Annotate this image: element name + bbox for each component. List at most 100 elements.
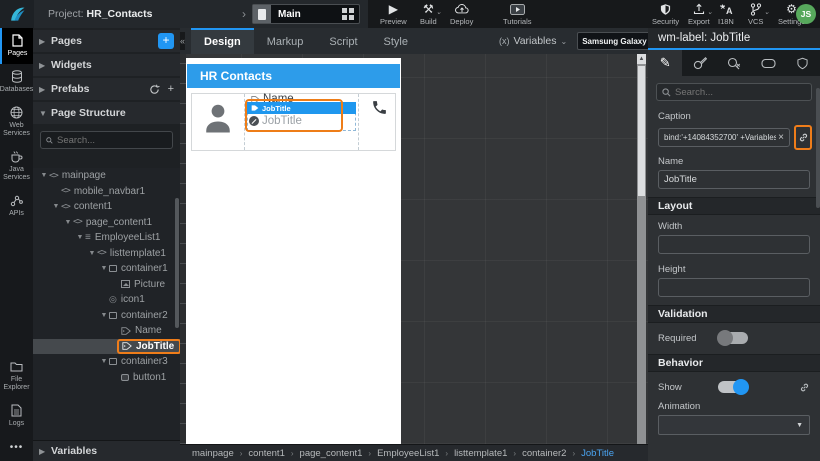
cloud-upload-icon <box>454 2 469 16</box>
tab-style[interactable]: Style <box>371 28 421 54</box>
search-input[interactable] <box>57 134 167 146</box>
caret-down-icon[interactable]: ▼ <box>75 234 85 241</box>
mobile-navbar[interactable]: HR Contacts <box>187 64 400 88</box>
grid-icon[interactable] <box>342 8 354 20</box>
rail-item-apis[interactable]: APIs <box>0 188 33 224</box>
section-page-structure[interactable]: ▼ Page Structure <box>33 102 180 124</box>
breadcrumb-listtemplate1[interactable]: listtemplate1 <box>454 448 507 459</box>
add-page-button[interactable]: + <box>158 33 174 49</box>
height-input[interactable] <box>664 282 804 293</box>
collapse-left-panel-icon[interactable]: « <box>180 32 186 50</box>
breadcrumb-employeelist1[interactable]: EmployeeList1 <box>377 448 439 459</box>
tree-node-container3[interactable]: ▼ container3 <box>33 354 180 370</box>
bind-show-link-icon[interactable] <box>799 382 810 393</box>
caret-down-icon[interactable]: ▼ <box>99 265 109 272</box>
caret-down-icon[interactable]: ▼ <box>63 219 73 226</box>
tree-node-container2[interactable]: ▼ container2 <box>33 308 180 324</box>
tree-node-mobile-navbar1[interactable]: <> mobile_navbar1 <box>33 184 180 200</box>
tag-icon <box>121 326 131 336</box>
scroll-up-icon[interactable]: ▲ <box>637 54 646 64</box>
more-options-icon[interactable]: ••• <box>0 434 33 461</box>
section-pages[interactable]: ▶ Pages + <box>33 30 180 52</box>
variables-dropdown[interactable]: (x) Variables ⌄ <box>499 35 567 47</box>
selected-widget-orange-outline <box>245 99 343 132</box>
toggle-knob <box>733 379 749 395</box>
list-item-template[interactable]: Name JobTitle JobTitle <box>191 93 396 151</box>
user-avatar[interactable]: JS <box>796 4 816 24</box>
tab-device[interactable] <box>751 50 785 76</box>
tree-node-name[interactable]: Name <box>33 323 180 339</box>
section-variables[interactable]: ▶ Variables <box>33 440 180 461</box>
security-button[interactable]: Security <box>652 2 679 26</box>
tab-search-properties[interactable] <box>717 50 751 76</box>
caret-down-icon[interactable]: ▼ <box>87 250 97 257</box>
search-input[interactable] <box>675 86 805 98</box>
tab-markup[interactable]: Markup <box>254 28 317 54</box>
section-widgets[interactable]: ▶ Widgets <box>33 54 180 76</box>
chevron-right-icon: › <box>239 448 243 458</box>
tree-node-button1[interactable]: button1 <box>33 370 180 386</box>
breadcrumb-container2[interactable]: container2 <box>522 448 566 459</box>
refresh-icon[interactable] <box>149 84 160 95</box>
labels-cell[interactable]: Name JobTitle JobTitle <box>244 93 359 150</box>
rail-item-pages[interactable]: Pages <box>0 28 33 64</box>
wavemaker-logo[interactable] <box>0 0 34 28</box>
inspector-search[interactable] <box>656 83 812 101</box>
tree-node-mainpage[interactable]: ▼ <> mainpage <box>33 168 180 184</box>
tab-styles[interactable] <box>682 50 716 76</box>
tree-node-listtemplate1[interactable]: ▼ <> listtemplate1 <box>33 246 180 262</box>
breadcrumb-jobtitle[interactable]: JobTitle <box>581 448 614 459</box>
caret-down-icon[interactable]: ▼ <box>99 312 109 319</box>
tree-node-jobtitle-selected[interactable]: JobTitle <box>33 338 180 354</box>
name-input[interactable] <box>664 174 804 185</box>
scrollbar-thumb[interactable] <box>638 66 645 196</box>
tab-properties[interactable]: ✎ <box>648 50 683 76</box>
canvas-scrollbar[interactable]: ▲ <box>637 54 646 444</box>
page-structure-search[interactable] <box>40 131 173 149</box>
inspector-scrollbar[interactable] <box>816 88 820 208</box>
rail-item-java-services[interactable]: Java Services <box>0 144 33 188</box>
width-input[interactable] <box>664 239 804 250</box>
page-switcher[interactable]: Main <box>252 4 360 24</box>
deploy-button[interactable]: Deploy <box>450 2 473 26</box>
bind-property-button-highlighted[interactable] <box>794 125 812 150</box>
animation-select[interactable]: ▼ <box>658 415 810 435</box>
call-cell[interactable] <box>359 94 395 150</box>
preview-button[interactable]: ▶ Preview <box>380 2 407 26</box>
caret-down-icon[interactable]: ▼ <box>39 172 49 179</box>
breadcrumb-mainpage[interactable]: mainpage <box>192 448 234 459</box>
project-title: Project: HR_Contacts <box>48 8 152 20</box>
rail-item-databases[interactable]: Databases <box>0 64 33 100</box>
caption-input[interactable] <box>664 133 777 142</box>
tree-node-picture[interactable]: Picture <box>33 277 180 293</box>
show-toggle-on[interactable] <box>718 379 749 395</box>
tree-node-employeelist1[interactable]: ▼ ≡ EmployeeList1 <box>33 230 180 246</box>
build-button[interactable]: ⚒ ⌄ Build <box>420 2 442 26</box>
tab-script[interactable]: Script <box>316 28 370 54</box>
breadcrumb-content1[interactable]: content1 <box>248 448 284 459</box>
tab-security[interactable] <box>786 50 820 76</box>
required-toggle-off[interactable] <box>717 330 748 346</box>
section-prefabs[interactable]: ▶ Prefabs + <box>33 78 180 100</box>
rail-item-logs[interactable]: Logs <box>0 398 33 434</box>
caret-down-icon[interactable]: ▼ <box>51 203 61 210</box>
tree-node-icon1[interactable]: ◎ icon1 <box>33 292 180 308</box>
rail-item-web-services[interactable]: Web Services <box>0 100 33 144</box>
add-prefab-icon[interactable]: + <box>168 83 174 95</box>
vcs-button[interactable]: ⌄ VCS <box>748 2 770 26</box>
tree-node-container1[interactable]: ▼ container1 <box>33 261 180 277</box>
chevron-right-icon[interactable]: › <box>242 7 246 21</box>
tutorials-button[interactable]: Tutorials <box>503 2 531 26</box>
i18n-button[interactable]: A I18N <box>718 2 734 26</box>
tree-scrollbar[interactable] <box>175 198 179 328</box>
caret-down-icon[interactable]: ▼ <box>99 358 109 365</box>
breadcrumb-page-content1[interactable]: page_content1 <box>300 448 363 459</box>
export-button[interactable]: ⌄ Export <box>688 2 713 26</box>
clear-binding-icon[interactable]: × <box>778 132 784 143</box>
picture-cell[interactable] <box>192 94 244 150</box>
rail-item-file-explorer[interactable]: File Explorer <box>0 354 33 398</box>
tree-node-page-content1[interactable]: ▼ <> page_content1 <box>33 215 180 231</box>
phone-call-icon[interactable] <box>371 99 388 116</box>
tree-node-content1[interactable]: ▼ <> content1 <box>33 199 180 215</box>
tab-design[interactable]: Design <box>191 28 254 54</box>
